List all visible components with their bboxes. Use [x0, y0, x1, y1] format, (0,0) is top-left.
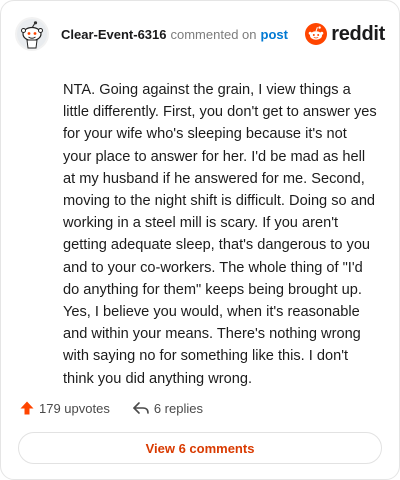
- comment-body: NTA. Going against the grain, I view thi…: [63, 82, 377, 387]
- upvote-count: 179 upvotes: [39, 400, 110, 416]
- reddit-brand[interactable]: reddit: [305, 23, 385, 46]
- action-text: commented on: [170, 26, 257, 42]
- reddit-logo-icon: [305, 23, 328, 45]
- reply-count: 6 replies: [153, 400, 203, 416]
- snoo-avatar-icon: [17, 19, 47, 49]
- reply-stat[interactable]: 6 replies: [132, 400, 203, 416]
- reddit-wordmark: reddit: [331, 22, 385, 45]
- post-link[interactable]: post: [261, 27, 288, 42]
- reply-arrow-icon: [133, 402, 149, 414]
- user-avatar[interactable]: [15, 17, 49, 51]
- comment-meta: Clear-Event-6316 commented on post: [61, 27, 288, 42]
- username-link[interactable]: Clear-Event-6316: [61, 27, 167, 42]
- comment-card: Clear-Event-6316 commented on post reddi…: [0, 0, 400, 480]
- comment-header: Clear-Event-6316 commented on post reddi…: [15, 15, 385, 53]
- view-comments-button[interactable]: View 6 comments: [18, 432, 382, 464]
- upvote-stat[interactable]: 179 upvotes: [19, 400, 110, 416]
- comment-footer: 179 upvotes 6 replies: [19, 397, 381, 419]
- upvote-arrow-icon: [20, 401, 34, 415]
